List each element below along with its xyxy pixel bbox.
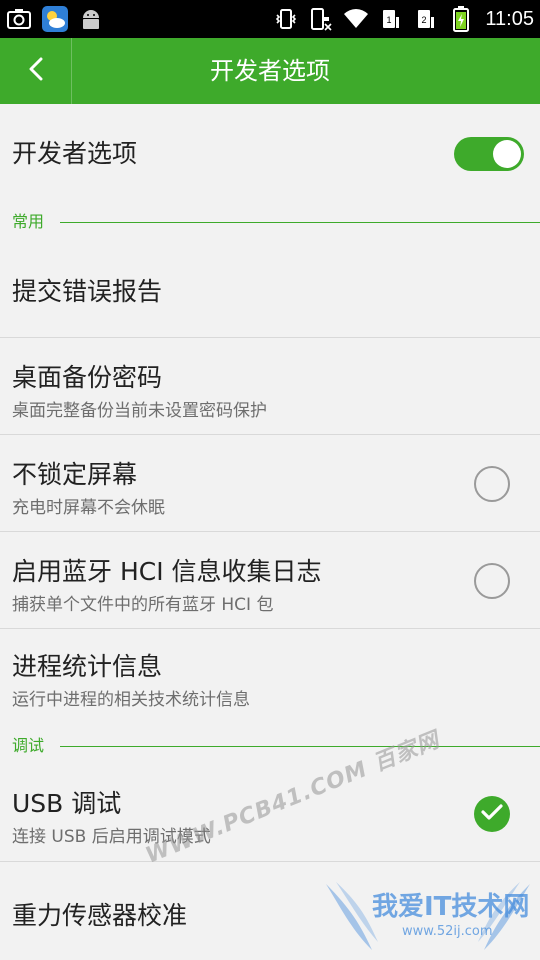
page-title: 开发者选项 — [210, 57, 330, 85]
battery-icon — [448, 6, 474, 32]
item-title: 启用蓝牙 HCI 信息收集日志 — [12, 557, 322, 586]
usb-debugging-checkbox[interactable] — [474, 796, 510, 832]
svg-text:1: 1 — [387, 15, 392, 25]
section-label-common: 常用 — [12, 212, 45, 231]
toggle-knob — [493, 140, 521, 168]
item-title: 桌面备份密码 — [12, 363, 163, 392]
item-subtitle: 运行中进程的相关技术统计信息 — [12, 690, 250, 710]
section-header-common: 常用 — [0, 210, 540, 234]
chevron-left-icon — [28, 57, 44, 85]
bluetooth-hci-checkbox[interactable] — [474, 563, 510, 599]
section-header-debug: 调试 — [0, 734, 540, 758]
section-divider — [60, 746, 540, 747]
item-title: 不锁定屏幕 — [12, 460, 138, 489]
mute-icon — [308, 6, 334, 32]
watermark-logo-url: www.52ij.com — [402, 924, 493, 939]
section-label-debug: 调试 — [12, 736, 45, 755]
stay-awake-checkbox[interactable] — [474, 466, 510, 502]
section-divider — [60, 222, 540, 223]
master-toggle-label: 开发者选项 — [12, 139, 138, 168]
wifi-icon — [343, 6, 369, 32]
svg-text:2: 2 — [422, 15, 427, 25]
back-button[interactable] — [0, 38, 72, 104]
developer-options-master-row[interactable]: 开发者选项 — [0, 104, 540, 204]
sim2-icon: 2 — [413, 6, 439, 32]
item-bluetooth-hci-log[interactable]: 启用蓝牙 HCI 信息收集日志 捕获单个文件中的所有蓝牙 HCI 包 — [0, 532, 540, 629]
item-subtitle: 充电时屏幕不会休眠 — [12, 498, 165, 518]
item-backup-password[interactable]: 桌面备份密码 桌面完整备份当前未设置密码保护 — [0, 338, 540, 435]
item-bug-report[interactable]: 提交错误报告 — [0, 234, 540, 338]
item-subtitle: 桌面完整备份当前未设置密码保护 — [12, 401, 267, 421]
action-bar: 开发者选项 — [0, 38, 540, 104]
item-title: 提交错误报告 — [12, 277, 163, 306]
item-subtitle: 捕获单个文件中的所有蓝牙 HCI 包 — [12, 595, 274, 615]
item-stay-awake[interactable]: 不锁定屏幕 充电时屏幕不会休眠 — [0, 435, 540, 532]
watermark-logo-text: 我爱IT技术网 — [372, 892, 530, 922]
item-title: 进程统计信息 — [12, 652, 163, 681]
screenshot-icon — [6, 6, 32, 32]
android-icon — [78, 6, 104, 32]
developer-options-toggle[interactable] — [454, 137, 524, 171]
status-time: 11:05 — [485, 7, 534, 30]
item-title: 重力传感器校准 — [12, 901, 188, 930]
item-process-stats[interactable]: 进程统计信息 运行中进程的相关技术统计信息 — [0, 629, 540, 729]
watermark-logo: 我爱IT技术网 www.52ij.com — [322, 880, 534, 956]
sim1-icon: 1 — [378, 6, 404, 32]
weather-icon — [42, 6, 68, 32]
status-bar: 1 2 11:05 — [0, 0, 540, 38]
checkmark-icon — [481, 803, 503, 825]
settings-list: 开发者选项 常用 提交错误报告 桌面备份密码 桌面完整备份当前未设置密码保护 不… — [0, 104, 540, 960]
item-title: USB 调试 — [12, 789, 122, 818]
vibrate-icon — [273, 6, 299, 32]
